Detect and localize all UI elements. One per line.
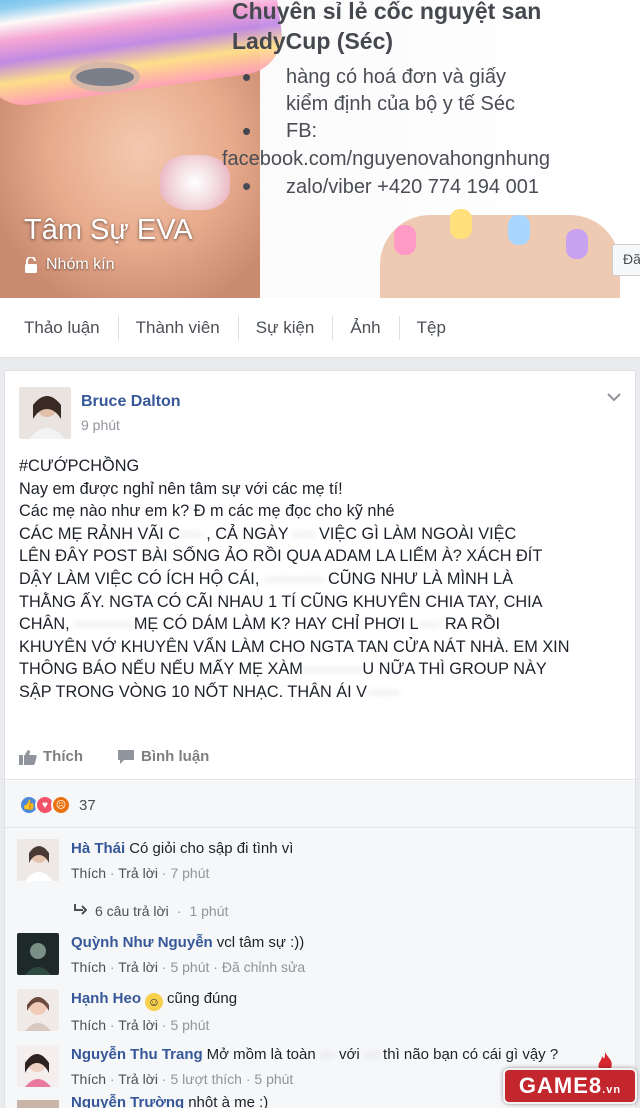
tab-photos[interactable]: Ảnh <box>332 298 398 358</box>
post-header: Bruce Dalton 9 phút <box>19 387 181 439</box>
cover-title-line2: LadyCup (Séc) <box>232 28 394 54</box>
comment-like-link[interactable]: Thích <box>71 1071 106 1087</box>
post-line: SẬP TRONG VÒNG 10 NỐT NHẠC. THÂN ÁI V···… <box>19 682 400 701</box>
comment-label: Bình luận <box>141 748 210 765</box>
lock-icon <box>24 257 38 273</box>
cover-bullet-1: hàng có hoá đơn và giấy <box>242 64 550 91</box>
post-timestamp[interactable]: 9 phút <box>81 417 181 433</box>
post-line: THÔNG BÁO NẾU NẾU MẤY MẸ XÀM···········U… <box>19 660 547 679</box>
thumbs-up-icon <box>19 749 37 765</box>
group-privacy: Nhóm kín <box>24 256 114 274</box>
comment-reply-link[interactable]: Trả lời <box>118 1017 158 1033</box>
comment-time[interactable]: 5 phút <box>170 1017 209 1033</box>
like-button[interactable]: Thích <box>19 748 83 765</box>
comment-edited[interactable]: Đã chỉnh sửa <box>222 959 305 975</box>
commenter-name[interactable]: Hà Thái <box>71 840 125 857</box>
comment-time[interactable]: 7 phút <box>170 865 209 881</box>
post-line: DẬY LÀM VIỆC CÓ ÍCH HỘ CÁI, ··········· … <box>19 569 513 588</box>
comment-item: Hà Thái Có giỏi cho sập đi tình vì Thích … <box>17 839 293 881</box>
game8-watermark-logo: GAME8.vn <box>503 1068 637 1104</box>
joined-button[interactable]: Đã <box>612 244 640 276</box>
cover-zalo: zalo/viber +420 774 194 001 <box>232 172 550 201</box>
commenter-avatar[interactable] <box>17 989 59 1031</box>
cover-title-line1: Chuyên sỉ lẻ cốc nguyệt san <box>232 0 542 24</box>
comment-item: Hạnh Heo ☺ cũng đúng Thích · Trả lời · 5 p… <box>17 989 237 1033</box>
angry-reaction-icon: ☹ <box>51 795 71 815</box>
cover-facebook-url: facebook.com/nguyenovahongnhung <box>222 148 551 170</box>
comments-section: 👍 ♥ ☹ 37 Hà Thái Có giỏi cho sập đi tình … <box>5 781 635 1108</box>
comment-icon <box>117 749 135 765</box>
author-name[interactable]: Bruce Dalton <box>81 393 181 411</box>
commenter-name[interactable]: Nguyễn Trường <box>71 1094 184 1108</box>
comment-reply-link[interactable]: Trả lời <box>118 1071 158 1087</box>
commenter-name[interactable]: Nguyễn Thu Trang <box>71 1046 203 1063</box>
tab-files[interactable]: Tệp <box>398 298 464 358</box>
author-avatar[interactable] <box>19 387 71 439</box>
commenter-avatar[interactable] <box>17 1099 59 1108</box>
comment-time[interactable]: 5 phút <box>254 1071 293 1087</box>
post-actions: Thích Bình luận <box>5 734 635 780</box>
tab-discussion[interactable]: Thảo luận <box>6 298 118 358</box>
reaction-count: 37 <box>79 796 96 814</box>
post-line: THẰNG ẤY. NGTA CÓ CÃI NHAU 1 TÍ CŨNG KHU… <box>19 592 543 611</box>
cover-lips <box>160 155 230 210</box>
comment-button[interactable]: Bình luận <box>117 748 209 765</box>
cover-bullet-1-cont: kiểm định của bộ y tế Séc <box>286 93 516 115</box>
group-privacy-label: Nhóm kín <box>46 256 115 273</box>
comment-like-link[interactable]: Thích <box>71 959 106 975</box>
comment-item: Nguyễn Trường nhột à mẹ :) <box>17 1094 268 1108</box>
commenter-avatar[interactable] <box>17 933 59 975</box>
comment-reply-link[interactable]: Trả lời <box>118 959 158 975</box>
comment-text: vcl tâm sự :)) <box>216 934 305 951</box>
cover-bullet-2: FB: <box>242 118 550 145</box>
comment-likes-count[interactable]: 5 lượt thích <box>170 1071 241 1087</box>
comment-text: cũng đúng <box>167 990 238 1007</box>
like-label: Thích <box>43 748 83 765</box>
comment-item: Quỳnh Như Nguyễn vcl tâm sự :)) Thích · T… <box>17 933 305 975</box>
replies-time: 1 phút <box>189 903 229 919</box>
post-line: CÁC MẸ RẢNH VÃI C···· , CẢ NGÀY ···· VIỆ… <box>19 524 517 543</box>
group-name[interactable]: Tâm Sự EVA <box>24 214 193 247</box>
tab-members[interactable]: Thành viên <box>117 298 238 358</box>
group-cover-photo[interactable]: Chuyên sỉ lẻ cốc nguyệt san LadyCup (Séc… <box>0 0 640 298</box>
comment-text: nhột à mẹ :) <box>188 1094 269 1108</box>
commenter-avatar[interactable] <box>17 839 59 881</box>
comment-like-link[interactable]: Thích <box>71 865 106 881</box>
cover-eye <box>70 62 140 92</box>
reply-arrow-icon <box>73 903 88 919</box>
post-line: Các mẹ nào như em k? Đ m các mẹ đọc cho … <box>19 502 395 521</box>
post-options-chevron-icon[interactable] <box>607 389 621 405</box>
comment-text: Mở mồm là toàn ··· với ··· thì não bạn c… <box>206 1046 559 1063</box>
comment-item: Nguyễn Thu Trang Mở mồm là toàn ··· với ·… <box>17 1045 558 1087</box>
commenter-name[interactable]: Quỳnh Như Nguyễn <box>71 934 213 951</box>
commenter-name[interactable]: Hạnh Heo <box>71 990 141 1007</box>
tab-events[interactable]: Sự kiện <box>237 298 333 358</box>
commenter-avatar[interactable] <box>17 1045 59 1087</box>
post-line: Nay em được nghỉ nên tâm sự với các mẹ t… <box>19 479 343 498</box>
cover-ad-text: Chuyên sỉ lẻ cốc nguyệt san LadyCup (Séc… <box>222 0 550 201</box>
post-line: CHÂN, ···········MẸ CÓ DÁM LÀM K? HAY CH… <box>19 615 501 634</box>
comment-time[interactable]: 5 phút <box>170 959 209 975</box>
post-hashtag[interactable]: #CƯỚPCHỒNG <box>19 455 623 478</box>
post-body: #CƯỚPCHỒNG Nay em được nghỉ nên tâm sự v… <box>19 455 623 704</box>
reactions-summary[interactable]: 👍 ♥ ☹ 37 <box>19 795 96 815</box>
cover-bullets: hàng có hoá đơn và giấy kiểm định của bộ… <box>242 64 550 145</box>
view-replies[interactable]: 6 câu trả lời · 1 phút <box>73 903 228 919</box>
post-line: LÊN ĐÂY POST BÀI SỐNG ẢO RỒI QUA ADAM LA… <box>19 547 543 566</box>
cover-hand <box>380 209 620 298</box>
post-line: KHUYÊN VỚ KHUYÊN VẨN LÀM CHO NGTA TAN CỬ… <box>19 637 570 656</box>
comment-text: Có giỏi cho sập đi tình vì <box>129 840 294 857</box>
post-card: Bruce Dalton 9 phút #CƯỚPCHỒNG Nay em đư… <box>4 370 636 1108</box>
screenshot: Chuyên sỉ lẻ cốc nguyệt san LadyCup (Séc… <box>0 0 640 1108</box>
divider <box>5 827 635 828</box>
replies-count: 6 câu trả lời <box>95 903 169 919</box>
comment-like-link[interactable]: Thích <box>71 1017 106 1033</box>
group-tabs: Thảo luận Thành viên Sự kiện Ảnh Tệp <box>0 298 640 358</box>
grin-emoji-icon: ☺ <box>145 993 164 1011</box>
comment-reply-link[interactable]: Trả lời <box>118 865 158 881</box>
